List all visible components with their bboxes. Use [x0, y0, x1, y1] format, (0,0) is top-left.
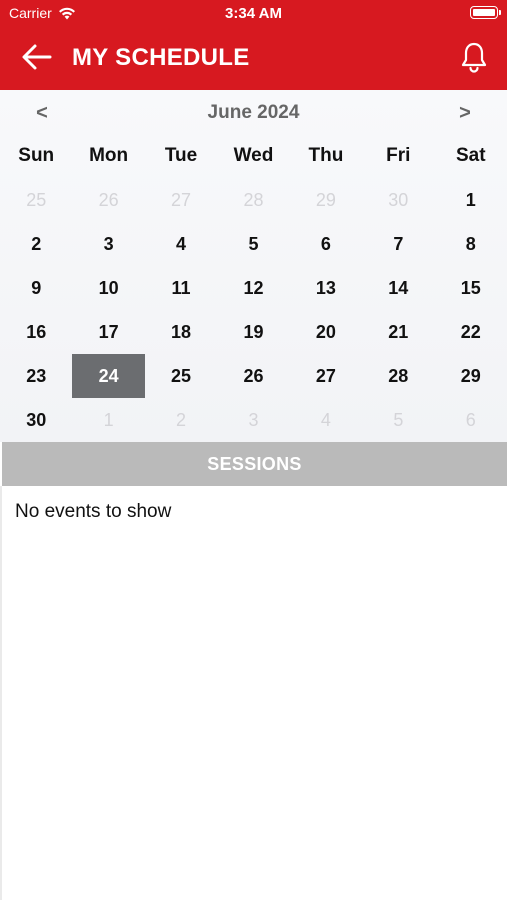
calendar-day[interactable]: 26	[72, 178, 144, 222]
calendar-day[interactable]: 14	[362, 266, 434, 310]
calendar-day[interactable]: 15	[435, 266, 507, 310]
weekday-fri: Fri	[386, 145, 411, 166]
calendar-day[interactable]: 5	[362, 398, 434, 442]
calendar-day[interactable]: 16	[0, 310, 72, 354]
calendar-day[interactable]: 4	[290, 398, 362, 442]
calendar-day[interactable]: 1	[435, 178, 507, 222]
month-label: June 2024	[207, 102, 300, 123]
calendar-day[interactable]: 27	[290, 354, 362, 398]
page-title: MY SCHEDULE	[72, 44, 250, 71]
app-header: MY SCHEDULE	[0, 26, 507, 90]
calendar-day[interactable]: 3	[72, 222, 144, 266]
calendar-day[interactable]: 3	[217, 398, 289, 442]
weekday-tue: Tue	[164, 145, 198, 166]
calendar-day[interactable]: 8	[435, 222, 507, 266]
calendar-day[interactable]: 30	[0, 398, 72, 442]
calendar-day[interactable]: 25	[145, 354, 217, 398]
weekday-thu: Thu	[308, 145, 344, 166]
calendar-day[interactable]: 1	[72, 398, 144, 442]
battery-icon	[470, 6, 501, 19]
calendar-day[interactable]: 29	[435, 354, 507, 398]
weekday-wed: Wed	[233, 145, 274, 166]
clock: 3:34 AM	[225, 5, 282, 22]
calendar-day[interactable]: 29	[290, 178, 362, 222]
calendar-day[interactable]: 6	[435, 398, 507, 442]
weekday-sun: Sun	[18, 145, 55, 166]
calendar-day[interactable]: 28	[217, 178, 289, 222]
calendar-day[interactable]: 28	[362, 354, 434, 398]
weekday-mon: Mon	[89, 145, 129, 166]
calendar-day[interactable]: 4	[145, 222, 217, 266]
calendar-days-grid: 25 26 27 28 29 30 1 2 3 4 5 6 7 8 9 10 11 12 13 14 15 16 17 18 1…	[0, 178, 507, 442]
calendar-day[interactable]: 26	[217, 354, 289, 398]
calendar-day[interactable]: 7	[362, 222, 434, 266]
calendar: < June 2024 > Sun Mon Tue Wed Thu Fri Sa…	[0, 90, 507, 442]
calendar-day[interactable]: 9	[0, 266, 72, 310]
calendar-day[interactable]: 6	[290, 222, 362, 266]
calendar-day[interactable]: 17	[72, 310, 144, 354]
arrow-left-icon[interactable]	[20, 42, 54, 72]
calendar-day[interactable]: 11	[145, 266, 217, 310]
calendar-day[interactable]: 12	[217, 266, 289, 310]
empty-state-text: No events to show	[15, 501, 172, 522]
weekday-header: Sun Mon Tue Wed Thu Fri Sat	[0, 134, 507, 178]
calendar-day[interactable]: 2	[0, 222, 72, 266]
calendar-day[interactable]: 18	[145, 310, 217, 354]
calendar-nav: < June 2024 >	[0, 90, 507, 134]
sessions-header: SESSIONS	[2, 442, 507, 486]
events-list: No events to show	[0, 486, 507, 900]
calendar-day[interactable]: 22	[435, 310, 507, 354]
weekday-sat: Sat	[455, 145, 486, 166]
calendar-day[interactable]: 13	[290, 266, 362, 310]
calendar-day[interactable]: 30	[362, 178, 434, 222]
calendar-day[interactable]: 25	[0, 178, 72, 222]
next-month-button[interactable]: >	[450, 102, 480, 125]
status-bar: Carrier 3:34 AM	[0, 0, 507, 26]
calendar-day[interactable]: 5	[217, 222, 289, 266]
calendar-day[interactable]: 23	[0, 354, 72, 398]
calendar-day[interactable]: 27	[145, 178, 217, 222]
bell-icon[interactable]	[457, 40, 491, 74]
calendar-day[interactable]: 21	[362, 310, 434, 354]
calendar-day[interactable]: 10	[72, 266, 144, 310]
calendar-day[interactable]: 2	[145, 398, 217, 442]
calendar-day[interactable]: 19	[217, 310, 289, 354]
calendar-day[interactable]: 20	[290, 310, 362, 354]
calendar-day-selected[interactable]: 24	[72, 354, 145, 398]
